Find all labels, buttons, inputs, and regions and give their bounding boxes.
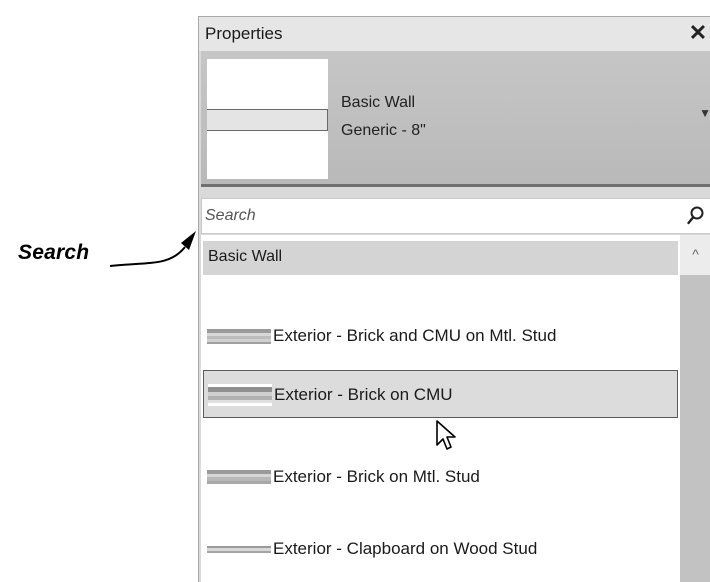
list-item-label: Exterior - Clapboard on Wood Stud	[273, 539, 538, 558]
wall-type-swatch-icon	[208, 384, 272, 406]
list-item-label: Exterior - Brick on CMU	[274, 385, 453, 404]
panel-title-bar[interactable]: Properties ✕	[199, 17, 710, 51]
dropdown-arrow-icon[interactable]: ▼	[699, 106, 710, 120]
vertical-scrollbar[interactable]: ^	[680, 235, 710, 582]
list-item-label: Exterior - Brick and CMU on Mtl. Stud	[273, 326, 557, 345]
type-list-content: Basic Wall Exterior - Brick and CMU on M…	[201, 235, 680, 582]
type-name-label: Generic - 8"	[341, 122, 426, 139]
panel-title: Properties	[205, 24, 283, 43]
type-preview-image	[207, 59, 328, 179]
close-button[interactable]: ✕	[687, 20, 709, 46]
list-item[interactable]: Exterior - Clapboard on Wood Stud	[203, 525, 678, 573]
type-family-label: Basic Wall	[341, 94, 416, 111]
list-item[interactable]: Exterior - Brick and CMU on Mtl. Stud	[203, 312, 678, 360]
properties-panel: Properties ✕ Basic Wall Generic - 8" ▼ B…	[198, 16, 710, 582]
wall-preview-band	[207, 109, 328, 131]
wall-type-swatch-icon	[207, 538, 271, 560]
group-header: Basic Wall	[203, 241, 678, 275]
wall-type-swatch-icon	[207, 466, 271, 488]
list-item-label: Exterior - Brick on Mtl. Stud	[273, 467, 480, 486]
group-header-label: Basic Wall	[208, 248, 283, 265]
scroll-thumb[interactable]	[680, 275, 710, 582]
type-selector[interactable]: Basic Wall Generic - 8" ▼	[201, 51, 710, 187]
wall-type-swatch-icon	[207, 325, 271, 347]
search-input[interactable]	[205, 203, 675, 229]
search-icon[interactable]	[686, 205, 706, 227]
list-item-selected[interactable]: Exterior - Brick on CMU	[203, 370, 678, 418]
screenshot-stage: Search Properties ✕ Basic Wall Generic -…	[0, 0, 710, 582]
scroll-up-icon[interactable]: ^	[680, 239, 710, 269]
search-box[interactable]	[201, 198, 710, 234]
callout-label: Search	[18, 241, 90, 264]
type-list: Basic Wall Exterior - Brick and CMU on M…	[201, 235, 710, 582]
list-item[interactable]: Exterior - Brick on Mtl. Stud	[203, 453, 678, 501]
